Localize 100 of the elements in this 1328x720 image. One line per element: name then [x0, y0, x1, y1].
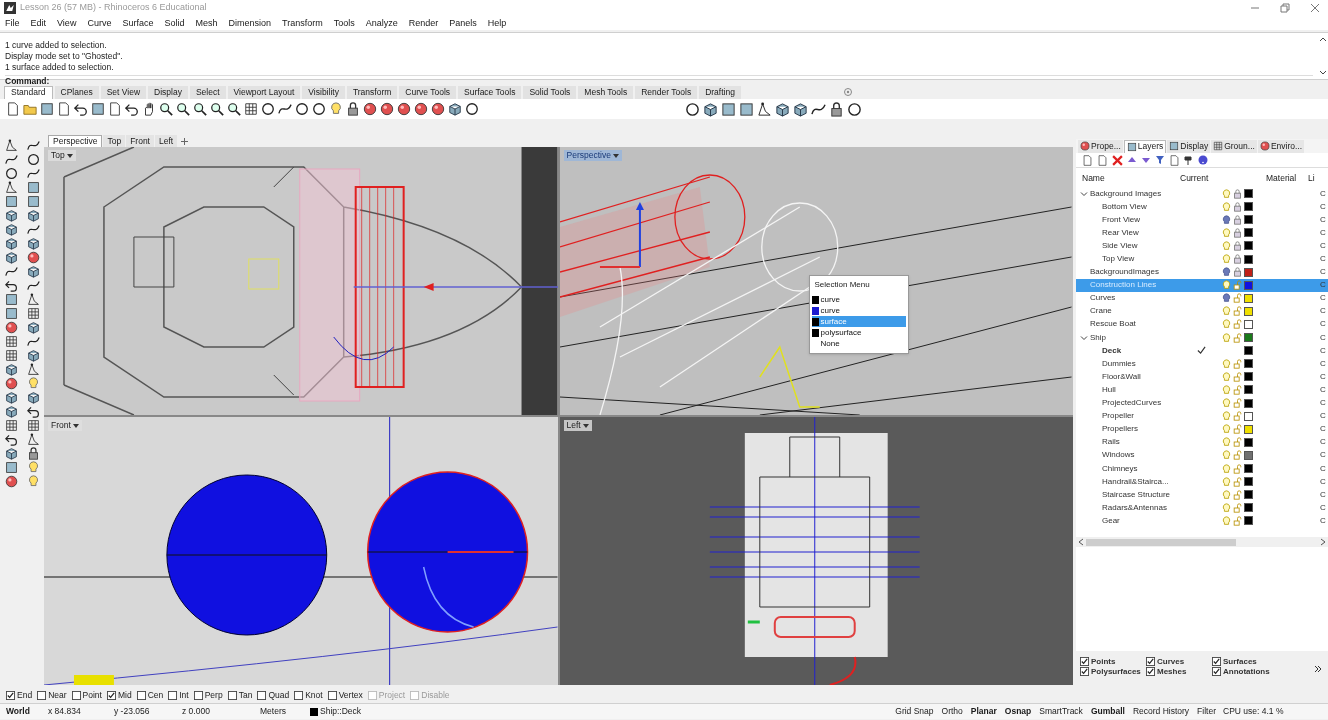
viewport-title[interactable]: Front [48, 420, 82, 431]
checkbox-label[interactable]: Knot [305, 690, 323, 700]
viewport[interactable]: Front [44, 417, 558, 685]
layer-color-swatch[interactable] [1244, 437, 1253, 447]
layer-row[interactable]: Hull C [1076, 383, 1328, 397]
checkbox[interactable] [1146, 657, 1155, 666]
menu-item[interactable]: Help [487, 18, 507, 28]
cube-icon[interactable] [775, 101, 790, 117]
square-icon[interactable] [40, 102, 54, 116]
square-icon[interactable] [26, 195, 40, 208]
layer-color-swatch[interactable] [1244, 477, 1253, 487]
layer-row[interactable]: Construction Lines C [1076, 278, 1328, 292]
layer-name[interactable]: Propellers [1102, 425, 1138, 434]
layer-row[interactable]: Handrail&Stairca... C [1076, 475, 1328, 489]
scroll-right-icon[interactable] [1320, 538, 1326, 547]
filter-icon[interactable] [1155, 155, 1165, 165]
square-icon[interactable] [721, 101, 736, 117]
layer-name[interactable]: Chimneys [1102, 464, 1138, 473]
bulb-icon[interactable] [26, 475, 40, 488]
point-icon[interactable] [26, 433, 40, 446]
viewport[interactable]: Left [559, 417, 1073, 685]
sphere-icon[interactable] [397, 102, 411, 116]
layer-row[interactable]: Rails C [1076, 435, 1328, 449]
toolbar-tab[interactable]: Surface Tools [458, 85, 522, 99]
selection-menu-item[interactable]: None [811, 338, 906, 349]
cube-icon[interactable] [4, 209, 18, 222]
dim-bulb-icon[interactable] [1222, 293, 1231, 304]
layer-row[interactable]: Top View C [1076, 252, 1328, 266]
viewport-title[interactable]: Perspective [563, 150, 622, 161]
menu-item[interactable]: Tools [333, 18, 355, 28]
square-icon[interactable] [26, 181, 40, 194]
cube-icon[interactable] [4, 391, 18, 404]
checkbox[interactable] [257, 690, 267, 700]
checkbox-label[interactable]: Polysurfaces [1091, 667, 1141, 676]
layer-color-swatch[interactable] [1244, 464, 1253, 473]
layer-color-swatch[interactable] [1244, 228, 1253, 238]
checkbox-label[interactable]: Near [48, 690, 67, 700]
column-header[interactable]: Material [1224, 171, 1308, 185]
checkbox[interactable] [193, 690, 203, 700]
document-icon[interactable] [108, 102, 122, 116]
sphere-icon[interactable] [380, 102, 394, 116]
panel-tab[interactable]: Groun... [1211, 139, 1257, 153]
curve-icon[interactable] [26, 279, 40, 292]
layer-color-swatch[interactable] [1244, 189, 1253, 199]
dropdown-caret-icon[interactable] [72, 422, 79, 429]
scroll-down-icon[interactable] [1319, 69, 1327, 77]
cube-icon[interactable] [26, 349, 40, 362]
layer-row[interactable]: Side View C [1076, 239, 1328, 253]
layer-name[interactable]: Ship [1090, 333, 1106, 342]
curve-icon[interactable] [278, 102, 292, 116]
checkbox[interactable] [106, 690, 116, 700]
scroll-up-icon[interactable] [1319, 35, 1327, 43]
checkbox-label[interactable]: Curves [1157, 657, 1185, 666]
toolbar-tab[interactable]: Viewport Layout [227, 85, 301, 99]
checkbox[interactable] [6, 690, 15, 700]
toolbar-tab[interactable]: Standard [4, 85, 53, 99]
layer-color-swatch[interactable] [1244, 411, 1253, 421]
layer-name[interactable]: Hull [1102, 385, 1116, 394]
viewport-tab[interactable]: Front [126, 135, 154, 147]
layer-color-swatch[interactable] [1244, 503, 1253, 513]
menu-item[interactable]: Curve [87, 18, 112, 28]
panel-tab[interactable]: Prope... [1078, 139, 1123, 153]
magnifier-icon[interactable] [193, 102, 207, 116]
status-toggle[interactable]: Record History [1128, 704, 1194, 719]
layer-row[interactable]: Propeller C [1076, 409, 1328, 423]
grid-icon[interactable] [4, 419, 18, 432]
magnifier-icon[interactable] [176, 102, 190, 116]
document-icon[interactable] [1082, 154, 1093, 166]
layer-name[interactable]: Crane [1090, 307, 1112, 316]
dropdown-caret-icon[interactable] [66, 152, 73, 159]
layer-row[interactable]: Radars&Antennas C [1076, 501, 1328, 515]
checkbox-label[interactable]: Mid [117, 690, 132, 700]
layer-row[interactable]: ProjectedCurves C [1076, 396, 1328, 410]
layer-row[interactable]: Ship C [1076, 331, 1328, 345]
menu-item[interactable]: View [57, 18, 77, 28]
layer-name[interactable]: Rails [1102, 438, 1120, 447]
layer-name[interactable]: Side View [1102, 241, 1138, 250]
menu-item[interactable]: Render [408, 18, 439, 28]
layer-row[interactable]: Front View C [1076, 213, 1328, 227]
point-icon[interactable] [757, 101, 772, 117]
dropdown-caret-icon[interactable] [612, 152, 619, 159]
cube-icon[interactable] [703, 101, 718, 117]
checkbox[interactable] [1146, 667, 1155, 676]
square-icon[interactable] [4, 293, 18, 306]
layer-name[interactable]: Dummies [1102, 359, 1136, 368]
circle-icon[interactable] [685, 101, 700, 117]
layer-color-swatch[interactable] [1244, 241, 1253, 251]
lock-icon[interactable] [346, 102, 360, 116]
sphere-icon[interactable] [414, 102, 428, 116]
cube-icon[interactable] [4, 251, 18, 264]
curve-icon[interactable] [26, 139, 40, 152]
checkbox-label[interactable]: Annotations [1223, 667, 1270, 676]
toolbar-tab[interactable]: Curve Tools [399, 85, 457, 99]
curve-icon[interactable] [4, 265, 18, 278]
expand-chevron-icon[interactable] [1080, 189, 1088, 198]
toolbar-tab[interactable]: Solid Tools [523, 85, 577, 99]
checkbox-label[interactable]: End [17, 690, 33, 700]
open-lock-icon[interactable] [1233, 280, 1242, 291]
undo-arrow-icon[interactable] [26, 405, 40, 418]
checkbox-label[interactable]: Tan [238, 690, 253, 700]
